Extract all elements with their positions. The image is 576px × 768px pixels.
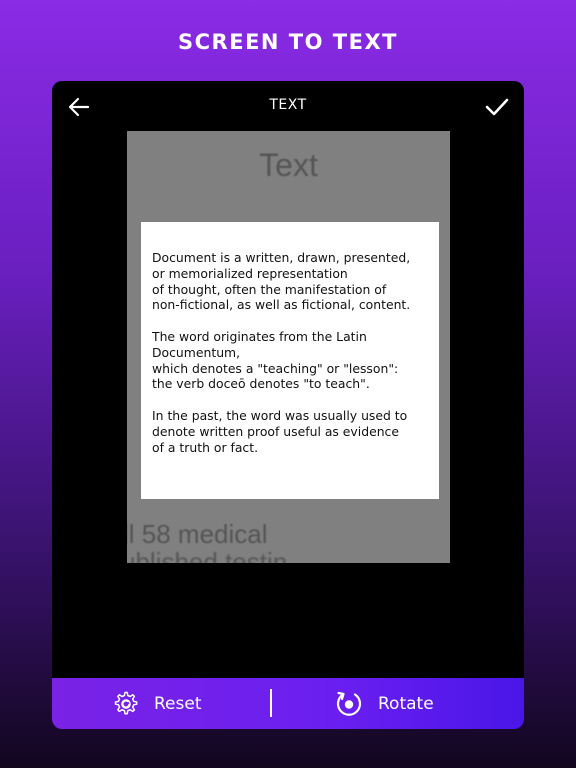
- recognized-text-card[interactable]: Document is a written, drawn, presented,…: [141, 222, 439, 499]
- bottom-action-bar: Reset Rotate: [52, 678, 524, 729]
- preview-text-line: ublished testin: [127, 547, 288, 563]
- rotate-icon: [336, 691, 362, 716]
- confirm-button[interactable]: [484, 94, 510, 120]
- text-paragraph: In the past, the word was usually used t…: [152, 407, 408, 455]
- text-paragraph: Document is a written, drawn, presented,…: [152, 250, 411, 313]
- screen-title: TEXT: [269, 97, 307, 113]
- checkmark-icon: [485, 98, 509, 116]
- device-screen: TEXT Text ll 58 medical ublished testin …: [52, 81, 524, 729]
- reset-button[interactable]: Reset: [110, 678, 202, 729]
- gear-reset-icon: [114, 691, 138, 714]
- reset-label: Reset: [154, 693, 202, 714]
- text-paragraph: The word originates from the Latin Docum…: [152, 328, 399, 392]
- action-divider: [270, 689, 272, 717]
- preview-text-line: ll 58 medical: [127, 519, 268, 549]
- promo-headline: SCREEN TO TEXT: [178, 30, 398, 54]
- rotate-button[interactable]: Rotate: [334, 678, 434, 729]
- top-bar: TEXT: [52, 81, 524, 133]
- preview-heading: Text: [259, 147, 318, 183]
- rotate-label: Rotate: [378, 693, 434, 714]
